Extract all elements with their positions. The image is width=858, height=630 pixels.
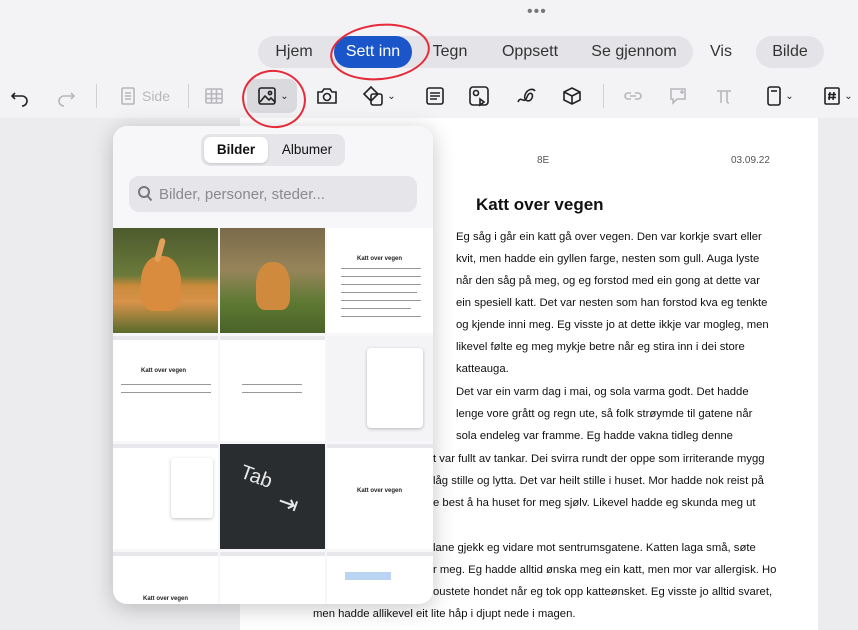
media-icon[interactable]	[465, 80, 493, 112]
device-button[interactable]: ⌄	[758, 80, 802, 112]
page-button[interactable]: Side	[116, 80, 174, 112]
chevron-down-icon: ⌄	[844, 90, 853, 102]
photo-thumb-screenshot-5[interactable]	[113, 444, 218, 549]
right-canvas-gutter	[818, 118, 858, 630]
drawing-icon[interactable]	[512, 80, 540, 112]
image-insert-button[interactable]: ⌄	[252, 80, 294, 112]
image-icon	[258, 87, 277, 105]
photo-thumb-screenshot-1[interactable]: Katt over vegen	[327, 228, 433, 333]
equation-icon[interactable]	[710, 80, 738, 112]
body-line: e best å ha huset for meg sjølv. Likevel…	[433, 497, 756, 509]
photo-thumb-screenshot-7[interactable]: Katt over vegen	[113, 552, 218, 604]
tab-se-gjennom[interactable]: Se gjennom	[580, 36, 688, 68]
body-line: ein spesiell katt. Det var nesten som ha…	[456, 297, 768, 309]
body-line: likevel følte eg meg mykje betre når eg …	[456, 341, 745, 353]
thumb-tab-label: Tab	[237, 461, 276, 493]
link-icon[interactable]	[619, 80, 647, 112]
tab-oppsett[interactable]: Oppsett	[490, 36, 570, 68]
tab-vis[interactable]: Vis	[694, 36, 748, 68]
3d-object-icon[interactable]	[558, 80, 586, 112]
toolbar-divider	[603, 84, 604, 108]
chevron-down-icon: ⌄	[387, 90, 396, 102]
photo-thumb-cat-1[interactable]	[113, 228, 218, 333]
photo-thumb-screenshot-8[interactable]	[220, 552, 325, 604]
more-options-icon[interactable]: •••	[527, 3, 547, 21]
image-picker-popover: Bilder Albumer Katt over vegen Katt over…	[113, 126, 433, 604]
camera-icon[interactable]	[313, 80, 341, 112]
photo-search-input[interactable]	[159, 176, 409, 212]
body-line: og kjende inni meg. Eg visste jo at dett…	[456, 319, 769, 331]
photo-thumb-keyboard[interactable]: Tab ⇥	[220, 444, 325, 549]
doc-title: Katt over vegen	[476, 195, 604, 214]
toolbar-divider	[188, 84, 189, 108]
body-line: lenge vore grått og regn ute, så folk st…	[456, 408, 753, 420]
tab-sett-inn[interactable]: Sett inn	[334, 36, 412, 68]
shapes-button[interactable]: ⌄	[356, 80, 402, 112]
shapes-icon	[363, 85, 384, 106]
doc-class: 8E	[537, 155, 550, 166]
body-line: t var fullt av tankar. Dei svirra rundt …	[433, 453, 765, 465]
body-line: Eg såg i går ein katt gå over vegen. Den…	[456, 231, 762, 243]
segment-albumer[interactable]: Albumer	[273, 137, 341, 163]
page-button-label: Side	[141, 88, 171, 104]
comment-icon[interactable]	[665, 80, 693, 112]
photo-thumb-screenshot-3[interactable]	[220, 336, 325, 441]
segment-bilder[interactable]: Bilder	[204, 137, 268, 163]
table-icon[interactable]	[200, 80, 228, 112]
search-icon	[138, 186, 153, 202]
photo-search-field[interactable]	[129, 176, 417, 212]
thumb-doc-title: Katt over vegen	[143, 596, 189, 602]
thumb-doc-title: Katt over vegen	[357, 256, 403, 262]
photo-thumb-screenshot-2[interactable]: Katt over vegen	[113, 336, 218, 441]
page-number-button[interactable]: ⌄	[818, 80, 858, 112]
body-line: katteauga.	[456, 363, 509, 375]
body-line: lane gjekk eg vidare mot sentrumsgatene.…	[433, 542, 756, 554]
body-line: kvit, men hadde ein gyllen farge, nesten…	[456, 253, 760, 265]
photo-thumb-cat-2[interactable]	[220, 228, 325, 333]
body-line: oustete hondet når eg tok opp katteønske…	[433, 586, 773, 598]
body-line: men hadde allikevel eit lite håp i djupt…	[313, 608, 576, 620]
thumb-doc-title: Katt over vegen	[357, 488, 403, 494]
photo-thumb-screenshot-4[interactable]	[327, 336, 433, 441]
body-line: r meg. Eg hadde alltid ønska meg ein kat…	[433, 564, 777, 576]
page-number-icon	[824, 87, 841, 105]
doc-date: 03.09.22	[731, 155, 770, 166]
textbox-icon[interactable]	[421, 80, 449, 112]
body-line: sola endeleg var framme. Eg hadde vakna …	[456, 430, 733, 442]
tab-tegn[interactable]: Tegn	[420, 36, 480, 68]
body-line: låg stille og lytta. Det var heilt still…	[433, 475, 764, 487]
body-line: når den såg på meg, og eg forstod med ei…	[456, 275, 760, 287]
body-line: Det var ein varm dag i mai, og sola varm…	[456, 386, 749, 398]
tab-bilde[interactable]: Bilde	[756, 36, 824, 68]
device-icon	[767, 86, 782, 106]
photo-thumb-screenshot-6[interactable]: Katt over vegen	[327, 444, 433, 549]
page-icon	[121, 87, 135, 105]
photo-thumb-screenshot-9[interactable]	[327, 552, 433, 604]
tab-hjem[interactable]: Hjem	[262, 36, 326, 68]
thumb-doc-title: Katt over vegen	[141, 368, 187, 374]
redo-icon[interactable]	[52, 80, 80, 112]
toolbar-divider	[96, 84, 97, 108]
chevron-down-icon: ⌄	[280, 90, 289, 102]
undo-icon[interactable]	[6, 80, 34, 112]
chevron-down-icon: ⌄	[785, 90, 794, 102]
